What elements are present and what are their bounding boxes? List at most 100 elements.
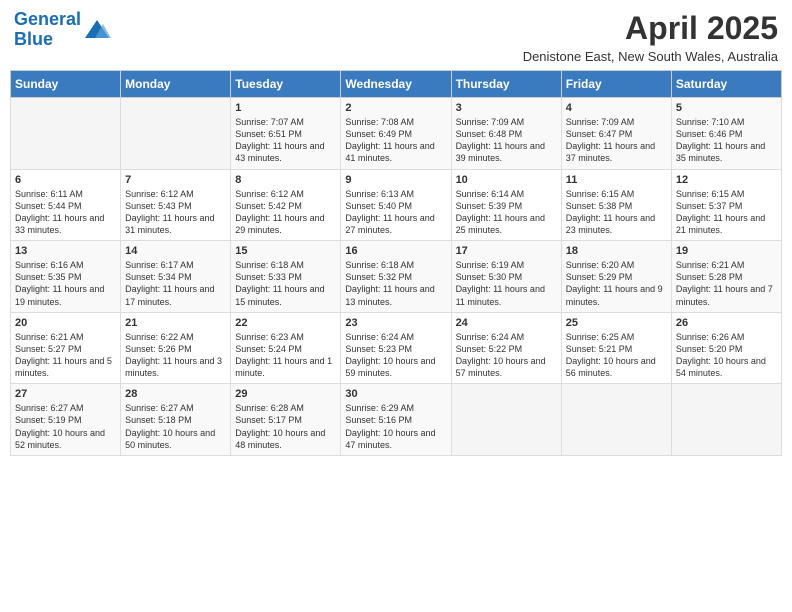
calendar-cell: 11 Sunrise: 6:15 AM Sunset: 5:38 PM Dayli… <box>561 169 671 241</box>
logo-text: General <box>14 10 81 30</box>
day-info: Sunrise: 6:23 AM Sunset: 5:24 PM Dayligh… <box>235 331 336 380</box>
calendar-cell: 4 Sunrise: 7:09 AM Sunset: 6:47 PM Daylig… <box>561 98 671 170</box>
day-number: 2 <box>345 102 446 114</box>
calendar-week-2: 6 Sunrise: 6:11 AM Sunset: 5:44 PM Daylig… <box>11 169 782 241</box>
day-info: Sunrise: 6:26 AM Sunset: 5:20 PM Dayligh… <box>676 331 777 380</box>
weekday-header-monday: Monday <box>121 71 231 98</box>
day-info: Sunrise: 6:27 AM Sunset: 5:18 PM Dayligh… <box>125 402 226 451</box>
day-number: 14 <box>125 245 226 257</box>
calendar-cell <box>11 98 121 170</box>
day-info: Sunrise: 6:20 AM Sunset: 5:29 PM Dayligh… <box>566 259 667 308</box>
day-info: Sunrise: 7:10 AM Sunset: 6:46 PM Dayligh… <box>676 116 777 165</box>
calendar-cell: 16 Sunrise: 6:18 AM Sunset: 5:32 PM Dayli… <box>341 241 451 313</box>
day-number: 29 <box>235 388 336 400</box>
day-number: 12 <box>676 174 777 186</box>
day-number: 3 <box>456 102 557 114</box>
day-info: Sunrise: 6:17 AM Sunset: 5:34 PM Dayligh… <box>125 259 226 308</box>
calendar-cell: 3 Sunrise: 7:09 AM Sunset: 6:48 PM Daylig… <box>451 98 561 170</box>
month-title: April 2025 <box>523 10 778 47</box>
day-info: Sunrise: 6:29 AM Sunset: 5:16 PM Dayligh… <box>345 402 446 451</box>
calendar-cell: 28 Sunrise: 6:27 AM Sunset: 5:18 PM Dayli… <box>121 384 231 456</box>
day-info: Sunrise: 6:16 AM Sunset: 5:35 PM Dayligh… <box>15 259 116 308</box>
day-info: Sunrise: 6:11 AM Sunset: 5:44 PM Dayligh… <box>15 188 116 237</box>
day-info: Sunrise: 7:09 AM Sunset: 6:47 PM Dayligh… <box>566 116 667 165</box>
calendar-cell <box>671 384 781 456</box>
logo-blue: Blue <box>14 30 81 50</box>
day-info: Sunrise: 6:19 AM Sunset: 5:30 PM Dayligh… <box>456 259 557 308</box>
day-number: 18 <box>566 245 667 257</box>
day-number: 6 <box>15 174 116 186</box>
calendar-cell: 2Sunrise: 7:08 AM Sunset: 6:49 PM Daylig… <box>341 98 451 170</box>
calendar-cell: 1 Sunrise: 7:07 AM Sunset: 6:51 PM Daylig… <box>231 98 341 170</box>
logo: General Blue <box>14 10 111 50</box>
calendar-cell: 12Sunrise: 6:15 AM Sunset: 5:37 PM Dayli… <box>671 169 781 241</box>
day-number: 19 <box>676 245 777 257</box>
calendar-cell: 13 Sunrise: 6:16 AM Sunset: 5:35 PM Dayli… <box>11 241 121 313</box>
header: General Blue April 2025 Denistone East, … <box>10 10 782 64</box>
day-info: Sunrise: 6:21 AM Sunset: 5:27 PM Dayligh… <box>15 331 116 380</box>
weekday-header-sunday: Sunday <box>11 71 121 98</box>
calendar-cell <box>561 384 671 456</box>
day-info: Sunrise: 6:21 AM Sunset: 5:28 PM Dayligh… <box>676 259 777 308</box>
day-number: 24 <box>456 317 557 329</box>
day-info: Sunrise: 6:18 AM Sunset: 5:32 PM Dayligh… <box>345 259 446 308</box>
day-number: 10 <box>456 174 557 186</box>
day-number: 30 <box>345 388 446 400</box>
calendar-cell: 10 Sunrise: 6:14 AM Sunset: 5:39 PM Dayli… <box>451 169 561 241</box>
day-info: Sunrise: 7:07 AM Sunset: 6:51 PM Dayligh… <box>235 116 336 165</box>
day-number: 15 <box>235 245 336 257</box>
day-number: 4 <box>566 102 667 114</box>
logo-icon <box>83 16 111 44</box>
day-number: 9 <box>345 174 446 186</box>
calendar-week-4: 20Sunrise: 6:21 AM Sunset: 5:27 PM Dayli… <box>11 312 782 384</box>
weekday-header-thursday: Thursday <box>451 71 561 98</box>
calendar-cell: 27Sunrise: 6:27 AM Sunset: 5:19 PM Dayli… <box>11 384 121 456</box>
calendar-cell: 9Sunrise: 6:13 AM Sunset: 5:40 PM Daylig… <box>341 169 451 241</box>
calendar-cell: 30 Sunrise: 6:29 AM Sunset: 5:16 PM Dayli… <box>341 384 451 456</box>
day-number: 27 <box>15 388 116 400</box>
day-number: 17 <box>456 245 557 257</box>
day-info: Sunrise: 7:09 AM Sunset: 6:48 PM Dayligh… <box>456 116 557 165</box>
weekday-header-friday: Friday <box>561 71 671 98</box>
calendar-cell: 25 Sunrise: 6:25 AM Sunset: 5:21 PM Dayli… <box>561 312 671 384</box>
day-info: Sunrise: 6:28 AM Sunset: 5:17 PM Dayligh… <box>235 402 336 451</box>
calendar-cell: 22 Sunrise: 6:23 AM Sunset: 5:24 PM Dayli… <box>231 312 341 384</box>
calendar-cell: 26Sunrise: 6:26 AM Sunset: 5:20 PM Dayli… <box>671 312 781 384</box>
calendar-cell: 20Sunrise: 6:21 AM Sunset: 5:27 PM Dayli… <box>11 312 121 384</box>
day-info: Sunrise: 6:14 AM Sunset: 5:39 PM Dayligh… <box>456 188 557 237</box>
day-info: Sunrise: 6:15 AM Sunset: 5:38 PM Dayligh… <box>566 188 667 237</box>
calendar-week-3: 13 Sunrise: 6:16 AM Sunset: 5:35 PM Dayli… <box>11 241 782 313</box>
day-number: 21 <box>125 317 226 329</box>
title-block: April 2025 Denistone East, New South Wal… <box>523 10 778 64</box>
day-number: 22 <box>235 317 336 329</box>
day-info: Sunrise: 6:24 AM Sunset: 5:23 PM Dayligh… <box>345 331 446 380</box>
day-number: 13 <box>15 245 116 257</box>
day-info: Sunrise: 6:12 AM Sunset: 5:42 PM Dayligh… <box>235 188 336 237</box>
calendar-cell: 24Sunrise: 6:24 AM Sunset: 5:22 PM Dayli… <box>451 312 561 384</box>
weekday-header-wednesday: Wednesday <box>341 71 451 98</box>
weekday-header-row: SundayMondayTuesdayWednesdayThursdayFrid… <box>11 71 782 98</box>
calendar-cell: 5Sunrise: 7:10 AM Sunset: 6:46 PM Daylig… <box>671 98 781 170</box>
calendar-cell: 7Sunrise: 6:12 AM Sunset: 5:43 PM Daylig… <box>121 169 231 241</box>
calendar-cell <box>121 98 231 170</box>
calendar-cell: 17 Sunrise: 6:19 AM Sunset: 5:30 PM Dayli… <box>451 241 561 313</box>
day-number: 8 <box>235 174 336 186</box>
day-number: 28 <box>125 388 226 400</box>
calendar-week-5: 27Sunrise: 6:27 AM Sunset: 5:19 PM Dayli… <box>11 384 782 456</box>
day-number: 1 <box>235 102 336 114</box>
calendar-cell <box>451 384 561 456</box>
calendar-cell: 8 Sunrise: 6:12 AM Sunset: 5:42 PM Daylig… <box>231 169 341 241</box>
weekday-header-saturday: Saturday <box>671 71 781 98</box>
day-info: Sunrise: 6:22 AM Sunset: 5:26 PM Dayligh… <box>125 331 226 380</box>
day-info: Sunrise: 6:25 AM Sunset: 5:21 PM Dayligh… <box>566 331 667 380</box>
calendar-cell: 6 Sunrise: 6:11 AM Sunset: 5:44 PM Daylig… <box>11 169 121 241</box>
calendar-cell: 18 Sunrise: 6:20 AM Sunset: 5:29 PM Dayli… <box>561 241 671 313</box>
day-number: 11 <box>566 174 667 186</box>
day-number: 25 <box>566 317 667 329</box>
calendar-cell: 15Sunrise: 6:18 AM Sunset: 5:33 PM Dayli… <box>231 241 341 313</box>
day-info: Sunrise: 6:12 AM Sunset: 5:43 PM Dayligh… <box>125 188 226 237</box>
calendar-cell: 21 Sunrise: 6:22 AM Sunset: 5:26 PM Dayli… <box>121 312 231 384</box>
calendar-cell: 14 Sunrise: 6:17 AM Sunset: 5:34 PM Dayli… <box>121 241 231 313</box>
day-number: 16 <box>345 245 446 257</box>
day-number: 23 <box>345 317 446 329</box>
